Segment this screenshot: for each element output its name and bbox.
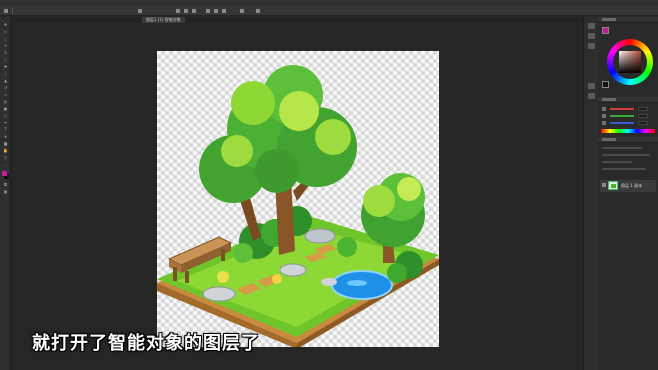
screen-mode-icon[interactable]: ▣ [3,190,8,194]
blue-slider[interactable] [602,121,654,126]
align-bottom-icon[interactable] [222,9,226,13]
spectrum-bar[interactable] [601,129,655,133]
layer-thumbnail [608,181,618,190]
paragraph-panel-icon[interactable] [588,93,595,99]
collapsed-panel-dock [583,17,598,370]
magic-wand-icon[interactable]: ✦ [3,44,8,48]
green-slider[interactable] [602,114,654,119]
foreground-color-chip[interactable] [602,27,609,34]
blend-mode-dropdown[interactable] [602,147,642,149]
blur-tool-icon[interactable]: ● [3,107,8,111]
auto-select-checkbox[interactable] [138,9,142,13]
align-left-icon[interactable] [176,9,180,13]
distribute-icon[interactable] [240,9,244,13]
layers-panel-tab[interactable] [602,138,616,141]
red-slider[interactable] [602,107,654,112]
slider-label [602,121,606,125]
zoom-tool-icon[interactable]: ⚲ [3,156,8,160]
color-panel-header [598,17,658,23]
hand-tool-icon[interactable]: ✋ [3,149,8,153]
color-wheel[interactable] [607,39,653,85]
text-tool-icon[interactable]: T [3,128,8,132]
layer-name: 图层 1 副本 [621,183,643,188]
healing-brush-icon[interactable]: ✚ [3,65,8,69]
slider-track [610,108,634,110]
slider-track [610,115,634,117]
quick-mask-icon[interactable]: ◘ [3,183,8,187]
opacity-field[interactable] [602,154,650,156]
brush-panel-icon[interactable] [588,33,595,39]
slider-value-field[interactable] [638,121,648,125]
isometric-garden-artwork [157,65,439,347]
character-panel-icon[interactable] [588,83,595,89]
foreground-color-swatch[interactable] [2,171,7,176]
more-tools-icon[interactable]: … [3,163,8,167]
lasso-tool-icon[interactable]: ◌ [3,37,8,41]
right-panels: 图层 1 副本 [598,17,658,370]
eyedropper-icon[interactable]: ⁄ [3,58,8,62]
stone [304,228,336,244]
swatches-panel-tab[interactable] [602,98,616,101]
history-panel-icon[interactable] [588,23,595,29]
eraser-icon[interactable]: ▱ [3,93,8,97]
slider-track [610,122,634,124]
layer-row-selected[interactable]: 图层 1 副本 [600,180,656,192]
adjust-panel-header [598,97,658,103]
background-color-chip[interactable] [602,81,609,88]
tools-panel: ✥ ▭ ◌ ✦ ⌗ ⁄ ✚ ∕ ▲ ↺ ▱ ▤ ● ○ ✒ T ➤ ■ ✋ ⚲ … [0,17,11,370]
align-center-icon[interactable] [184,9,188,13]
move-tool-icon[interactable]: ✥ [3,23,8,27]
path-select-icon[interactable]: ➤ [3,135,8,139]
slider-value-field[interactable] [638,114,648,118]
properties-panel-icon[interactable] [588,43,595,49]
fill-field[interactable] [602,168,646,170]
3d-mode-icon[interactable] [256,9,260,13]
color-panel-tab[interactable] [602,18,616,21]
gradient-icon[interactable]: ▤ [3,100,8,104]
align-right-icon[interactable] [192,9,196,13]
document-canvas[interactable] [157,51,439,347]
tool-preset-icon[interactable] [4,9,8,13]
history-brush-icon[interactable]: ↺ [3,86,8,90]
options-separator [12,8,13,14]
slider-label [602,107,606,111]
align-top-icon[interactable] [206,9,210,13]
stone [202,286,236,302]
pen-tool-icon[interactable]: ✒ [3,121,8,125]
video-subtitle: 就打开了智能对象的图层了 [32,333,260,354]
align-middle-icon[interactable] [214,9,218,13]
slider-value-field[interactable] [638,107,648,111]
options-bar [0,6,658,16]
lock-icons[interactable] [602,161,632,163]
marquee-tool-icon[interactable]: ▭ [3,30,8,34]
stamp-icon[interactable]: ▲ [3,79,8,83]
eye-icon[interactable] [602,183,606,187]
slider-label [602,114,606,118]
shape-tool-icon[interactable]: ■ [3,142,8,146]
thumbnail-content [611,184,616,188]
layers-panel-header [598,137,658,143]
dodge-tool-icon[interactable]: ○ [3,114,8,118]
crop-tool-icon[interactable]: ⌗ [3,51,8,55]
brush-icon[interactable]: ∕ [3,72,8,76]
color-picker-square[interactable] [619,51,641,73]
stone [279,263,307,277]
